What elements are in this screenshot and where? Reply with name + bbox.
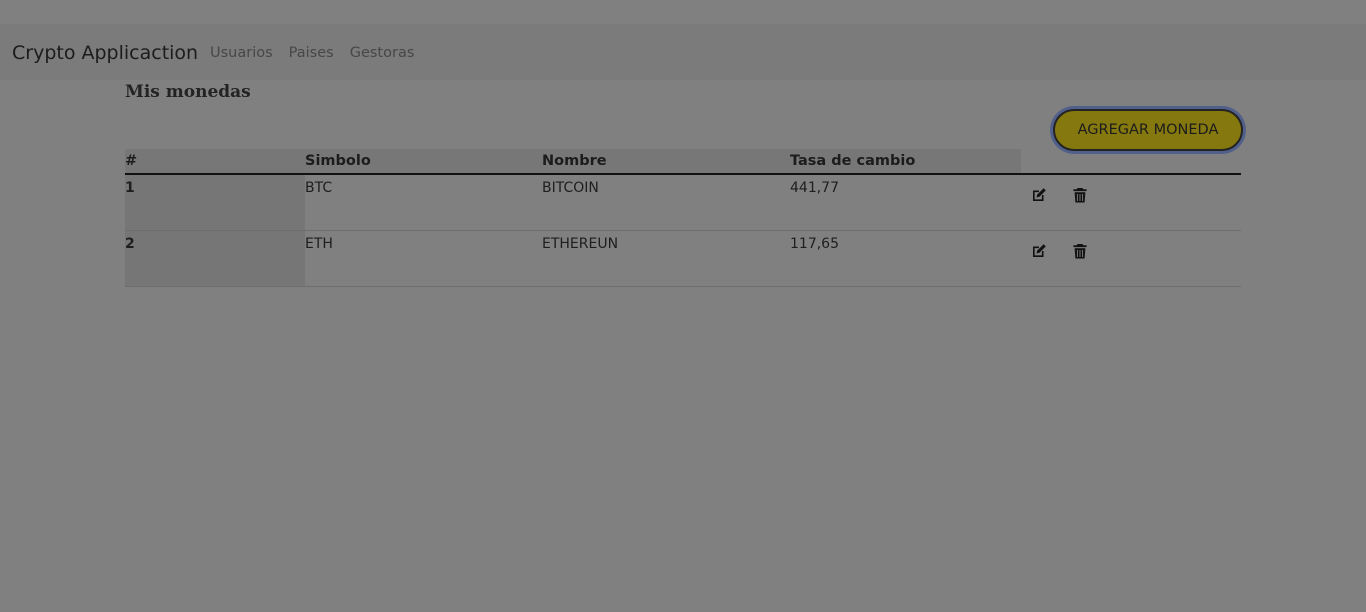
trash-icon[interactable] xyxy=(1071,186,1089,204)
header-actions xyxy=(1021,149,1241,175)
cell-id: 2 xyxy=(125,230,305,287)
cell-actions xyxy=(1021,174,1241,231)
cell-name: BITCOIN xyxy=(542,174,790,231)
cell-actions xyxy=(1021,230,1241,287)
table-header-row: # Simbolo Nombre Tasa de cambio xyxy=(125,149,1241,175)
nav-link-paises[interactable]: Paises xyxy=(289,43,334,63)
edit-icon[interactable] xyxy=(1030,242,1048,260)
nav-links: Usuarios Paises Gestoras xyxy=(210,43,414,63)
header-exchange-rate: Tasa de cambio xyxy=(790,149,1021,175)
cell-symbol: BTC xyxy=(305,174,542,231)
cell-id: 1 xyxy=(125,174,305,231)
coins-table: # Simbolo Nombre Tasa de cambio 1 BTC BI… xyxy=(125,149,1241,287)
edit-icon[interactable] xyxy=(1030,186,1048,204)
trash-icon[interactable] xyxy=(1071,242,1089,260)
header-number: # xyxy=(125,149,305,175)
nav-link-gestoras[interactable]: Gestoras xyxy=(350,43,415,63)
brand-link[interactable]: Crypto Applicaction xyxy=(12,40,198,66)
nav-link-usuarios[interactable]: Usuarios xyxy=(210,43,273,63)
cell-name: ETHEREUN xyxy=(542,230,790,287)
cell-rate: 117,65 xyxy=(790,230,1021,287)
header-name: Nombre xyxy=(542,149,790,175)
header-symbol: Simbolo xyxy=(305,149,542,175)
row-actions xyxy=(1021,236,1241,260)
add-coin-button[interactable]: AGREGAR MONEDA xyxy=(1053,109,1243,151)
cell-rate: 441,77 xyxy=(790,174,1021,231)
table-row: 1 BTC BITCOIN 441,77 xyxy=(125,174,1241,231)
row-actions xyxy=(1021,180,1241,204)
cell-symbol: ETH xyxy=(305,230,542,287)
page-title: Mis monedas xyxy=(125,82,251,102)
navbar: Crypto Applicaction Usuarios Paises Gest… xyxy=(0,24,1366,80)
table-row: 2 ETH ETHEREUN 117,65 xyxy=(125,230,1241,287)
